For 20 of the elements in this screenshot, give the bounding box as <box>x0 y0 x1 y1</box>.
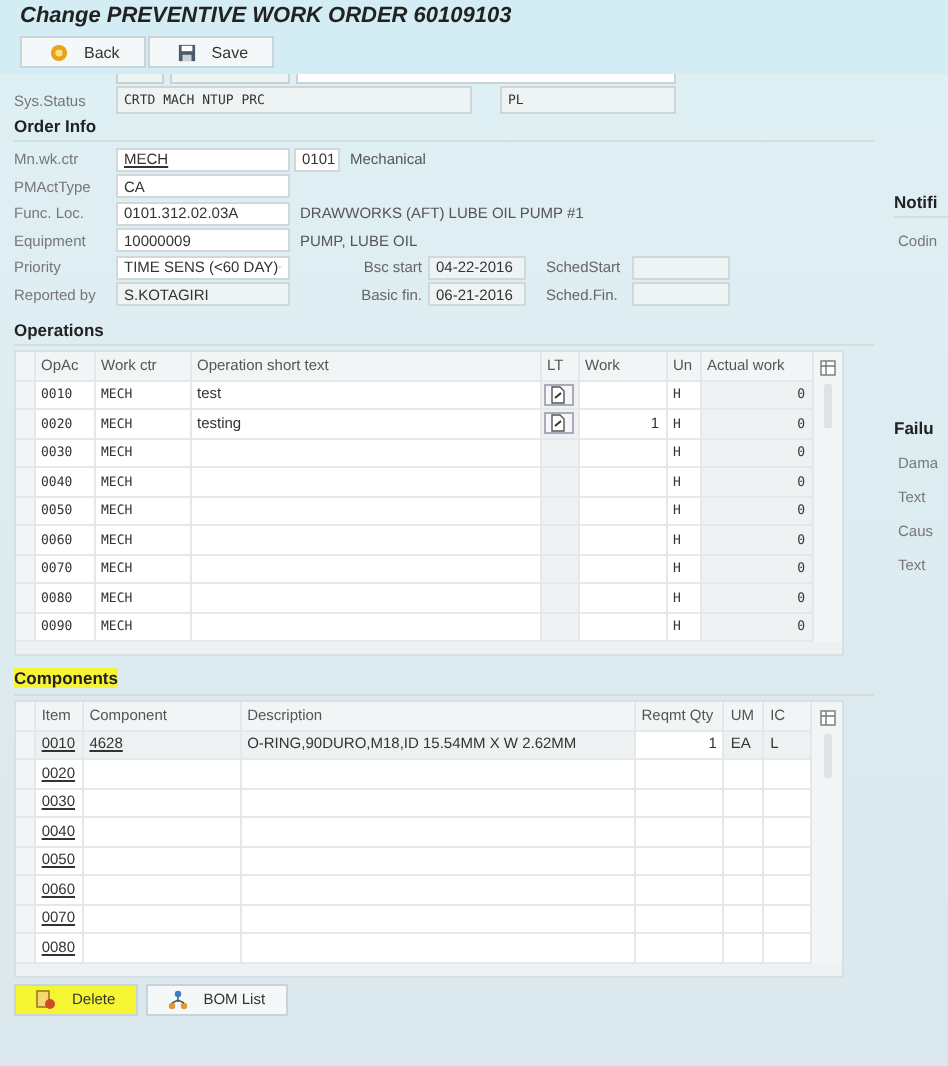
date-field <box>632 255 730 280</box>
save-button[interactable]: Save <box>147 36 275 68</box>
section-title: Operations <box>14 320 104 340</box>
table-settings-icon[interactable] <box>819 710 835 726</box>
circle-icon <box>50 43 68 61</box>
hierarchy-icon <box>167 989 188 1009</box>
document-icon[interactable] <box>543 412 573 435</box>
section-title: Order Info <box>14 116 874 142</box>
input-field[interactable] <box>170 74 290 84</box>
back-button[interactable]: Back <box>20 36 146 68</box>
document-icon[interactable] <box>543 383 573 406</box>
input-field[interactable] <box>116 74 164 84</box>
section-title: Failu <box>894 418 936 438</box>
date-field <box>632 282 730 307</box>
section-title: Notifi <box>894 192 940 212</box>
window-title: Change PREVENTIVE WORK ORDER 60109103 <box>20 2 514 32</box>
table-settings-icon[interactable] <box>819 360 836 376</box>
input-field[interactable] <box>296 74 676 84</box>
document-delete-icon <box>36 989 56 1009</box>
section-title: Components <box>14 668 118 688</box>
